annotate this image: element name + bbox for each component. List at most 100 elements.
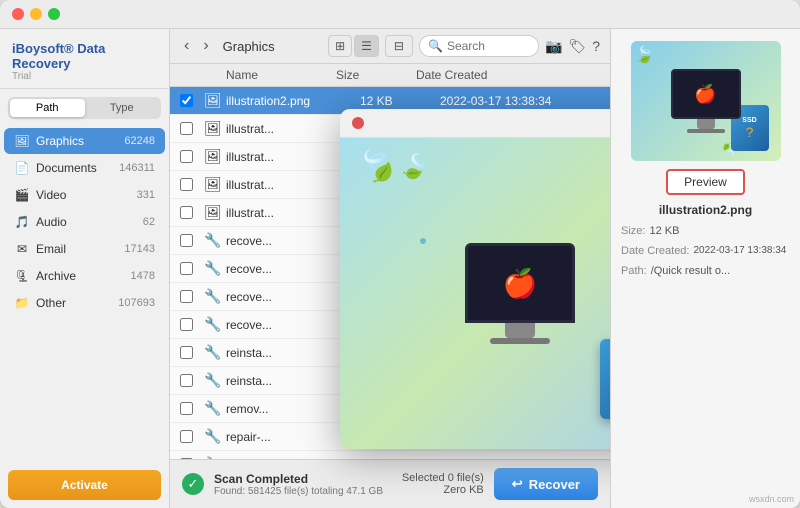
file-type-icon: 🖼: [204, 148, 226, 165]
tab-type[interactable]: Type: [85, 99, 160, 117]
checkbox-input[interactable]: [180, 206, 193, 219]
file-checkbox[interactable]: [180, 430, 204, 443]
file-type-icon: 🔧: [204, 372, 226, 389]
thumbnail-screen: 🍎: [671, 69, 741, 119]
checkbox-input[interactable]: [180, 122, 193, 135]
sidebar-count-other: 107693: [118, 297, 155, 309]
forward-button[interactable]: ›: [199, 35, 212, 57]
file-checkbox[interactable]: [180, 206, 204, 219]
search-input[interactable]: [447, 39, 537, 53]
date-label: Date Created:: [621, 245, 689, 257]
checkbox-input[interactable]: [180, 318, 193, 331]
detail-date-row: Date Created: 2022-03-17 13:38:34: [621, 245, 790, 257]
sidebar-item-email[interactable]: ✉ Email 17143: [4, 236, 165, 262]
checkbox-input[interactable]: [180, 290, 193, 303]
preview-overlay: 🍃 🍃 🍃 🍃 🍎 SSD ?: [340, 109, 610, 449]
traffic-lights: [12, 8, 60, 20]
preview-close-dot[interactable]: [352, 117, 364, 129]
sidebar-label-email: Email: [36, 242, 124, 256]
file-checkbox[interactable]: [180, 402, 204, 415]
view-list-button[interactable]: ☰: [354, 35, 379, 57]
checkbox-input[interactable]: [180, 430, 193, 443]
file-checkbox[interactable]: [180, 262, 204, 275]
back-button[interactable]: ‹: [180, 35, 193, 57]
size-value: 12 KB: [649, 225, 679, 237]
preview-overlay-titlebar: [340, 109, 610, 138]
ssd-box: SSD ?: [600, 339, 610, 419]
file-checkbox[interactable]: [180, 234, 204, 247]
file-checkbox[interactable]: [180, 374, 204, 387]
sidebar-count-documents: 146311: [119, 162, 155, 174]
file-list-header: Name Size Date Created: [170, 64, 610, 87]
app-trial: Trial: [12, 71, 157, 82]
sidebar-items: 🖼 Graphics 62248 📄 Documents 146311 🎬 Vi…: [0, 123, 169, 462]
sidebar-count-video: 331: [137, 189, 155, 201]
checkbox-input[interactable]: [180, 374, 193, 387]
filter-button[interactable]: ⊟: [385, 35, 413, 57]
file-type-icon: 🔧: [204, 260, 226, 277]
recover-icon: ↩: [512, 476, 523, 492]
maximize-button[interactable]: [48, 8, 60, 20]
sidebar-count-archive: 1478: [131, 270, 155, 282]
leaf-decoration-2: 🍃: [396, 149, 434, 186]
recover-button[interactable]: ↩ Recover: [494, 468, 598, 500]
file-checkbox[interactable]: [180, 122, 204, 135]
audio-icon: 🎵: [14, 214, 30, 230]
file-size-cell: 12 KB: [360, 94, 440, 108]
checkbox-input[interactable]: [180, 262, 193, 275]
sidebar-label-other: Other: [36, 296, 118, 310]
search-icon: 🔍: [428, 39, 443, 53]
status-bar: ✓ Scan Completed Found: 581425 file(s) t…: [170, 459, 610, 508]
file-type-icon: 🔧: [204, 400, 226, 417]
archive-icon: 🗜: [14, 268, 30, 284]
sidebar-item-video[interactable]: 🎬 Video 331: [4, 182, 165, 208]
recover-label: Recover: [529, 477, 580, 492]
tab-path[interactable]: Path: [10, 99, 85, 117]
camera-button[interactable]: 📷: [545, 38, 562, 55]
preview-thumbnail: 🍎 SSD ? 🍃 🍃: [631, 41, 781, 161]
thumbnail-leaf: 🍃: [635, 45, 655, 65]
file-checkbox[interactable]: [180, 290, 204, 303]
sidebar-item-audio[interactable]: 🎵 Audio 62: [4, 209, 165, 235]
documents-icon: 📄: [14, 160, 30, 176]
file-type-icon: 🖼: [204, 176, 226, 193]
checkbox-input[interactable]: [180, 346, 193, 359]
file-checkbox[interactable]: [180, 318, 204, 331]
sidebar-item-graphics[interactable]: 🖼 Graphics 62248: [4, 128, 165, 154]
scan-complete-icon: ✓: [182, 473, 204, 495]
table-row[interactable]: 🔧 repair-...: [170, 451, 610, 459]
close-button[interactable]: [12, 8, 24, 20]
file-checkbox[interactable]: [180, 346, 204, 359]
tag-button[interactable]: 🏷: [568, 38, 586, 55]
checkbox-input[interactable]: [180, 150, 193, 163]
path-type-tabs: Path Type: [8, 97, 161, 119]
file-type-icon: 🖼: [204, 92, 226, 109]
titlebar: [0, 0, 800, 29]
sidebar-item-archive[interactable]: 🗜 Archive 1478: [4, 263, 165, 289]
monitor-base: [490, 338, 550, 344]
checkbox-input[interactable]: [180, 402, 193, 415]
sidebar-label-audio: Audio: [36, 215, 143, 229]
file-checkbox[interactable]: [180, 150, 204, 163]
preview-button[interactable]: Preview: [666, 169, 745, 195]
checkbox-input[interactable]: [180, 178, 193, 191]
selected-info: Selected 0 file(s) Zero KB: [402, 472, 484, 496]
sidebar-item-other[interactable]: 📁 Other 107693: [4, 290, 165, 316]
sidebar-label-graphics: Graphics: [36, 134, 124, 148]
file-checkbox[interactable]: [180, 178, 204, 191]
sidebar-item-documents[interactable]: 📄 Documents 146311: [4, 155, 165, 181]
leaf-decoration-1: 🍃: [351, 139, 405, 192]
monitor-illustration: 🍎: [465, 243, 575, 344]
activate-button[interactable]: Activate: [8, 470, 161, 500]
minimize-button[interactable]: [30, 8, 42, 20]
thumbnail-ssd-label: SSD: [742, 117, 756, 124]
watermark: wsxdn.com: [749, 494, 794, 504]
view-grid-button[interactable]: ⊞: [328, 35, 352, 57]
checkbox-input[interactable]: [180, 94, 193, 107]
file-checkbox[interactable]: [180, 94, 204, 107]
main-layout: iBoysoft® Data Recovery Trial Path Type …: [0, 29, 800, 508]
file-type-icon: 🖼: [204, 204, 226, 221]
file-date-cell: 2022-03-17 13:38:34: [440, 94, 600, 108]
help-button[interactable]: ?: [592, 38, 600, 55]
checkbox-input[interactable]: [180, 234, 193, 247]
